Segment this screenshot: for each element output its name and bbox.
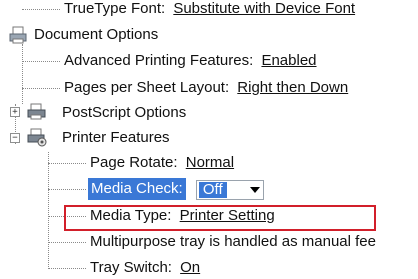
tree-connector (22, 9, 60, 10)
truetype-font-label: TrueType Font: (64, 0, 166, 17)
tree-connector (48, 242, 86, 243)
tree-connector (48, 268, 86, 269)
tree-connector (48, 189, 86, 190)
tree-connector (22, 44, 23, 104)
tree-item-advanced-printing[interactable]: Advanced Printing Features: Enabled (64, 50, 317, 72)
dropdown-arrow-icon[interactable] (249, 187, 260, 193)
printer-features-label: Printer Features (62, 129, 170, 146)
pages-per-sheet-label: Pages per Sheet Layout: (64, 79, 230, 96)
printer-gear-icon (26, 127, 48, 147)
multipurpose-tray-label: Multipurpose tray is handled as manual f… (90, 233, 376, 250)
tree-connector (48, 152, 49, 269)
page-rotate-label: Page Rotate: (90, 154, 178, 171)
collapse-icon[interactable]: − (10, 133, 20, 143)
tree-item-media-type[interactable]: Media Type: Printer Setting (90, 205, 275, 227)
tree-item-page-rotate[interactable]: Page Rotate: Normal (90, 152, 234, 174)
tree-connector (22, 88, 60, 89)
tree-item-multipurpose-tray[interactable]: Multipurpose tray is handled as manual f… (90, 231, 376, 253)
media-type-value[interactable]: Printer Setting (180, 205, 275, 227)
tree-item-printer-features[interactable]: Printer Features (62, 127, 170, 149)
tree-item-truetype-font[interactable]: TrueType Font: Substitute with Device Fo… (64, 0, 355, 20)
printer-document-icon (8, 25, 30, 45)
printer-options-tree: TrueType Font: Substitute with Device Fo… (0, 0, 418, 276)
truetype-font-value[interactable]: Substitute with Device Font (173, 0, 355, 20)
postscript-options-label: PostScript Options (62, 104, 187, 121)
tree-item-media-check[interactable]: Media Check: Off (88, 178, 264, 200)
advanced-printing-label: Advanced Printing Features: (64, 52, 254, 69)
tree-item-postscript-options[interactable]: PostScript Options (62, 102, 186, 124)
tree-connector (48, 163, 86, 164)
tree-item-document-options[interactable]: Document Options (34, 24, 158, 46)
media-check-label: Media Check: (88, 178, 186, 200)
media-type-label: Media Type: (90, 207, 172, 224)
media-check-dropdown[interactable]: Off (195, 180, 264, 200)
document-options-label: Document Options (34, 26, 159, 43)
page-rotate-value[interactable]: Normal (186, 152, 234, 174)
media-check-value: Off (198, 182, 227, 198)
tree-item-pages-per-sheet[interactable]: Pages per Sheet Layout: Right then Down (64, 77, 348, 99)
advanced-printing-value[interactable]: Enabled (261, 50, 316, 72)
printer-icon (26, 102, 48, 122)
pages-per-sheet-value[interactable]: Right then Down (237, 77, 348, 99)
expand-icon[interactable]: + (10, 107, 20, 117)
tree-connector (22, 61, 60, 62)
